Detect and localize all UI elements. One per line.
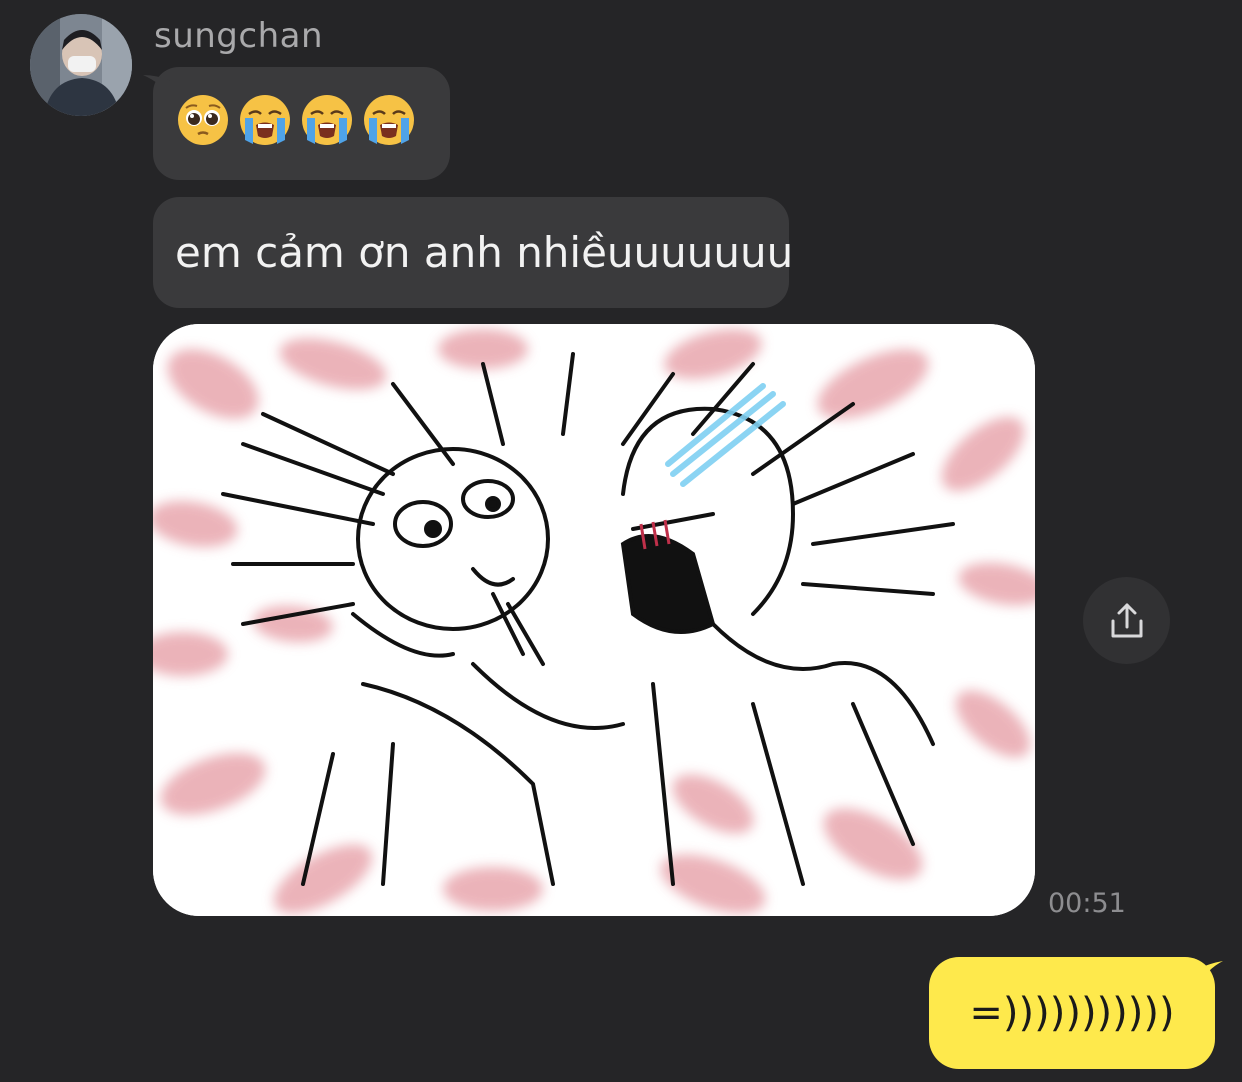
share-icon [1111,603,1142,637]
loudly-crying-face-icon [240,95,290,145]
loudly-crying-face-icon [364,95,414,145]
message-timestamp: 00:51 [1048,888,1126,919]
sender-avatar[interactable] [30,14,132,116]
text-message-bubble[interactable]: em cảm ơn anh nhiềuuuuuuu [153,197,793,308]
bubble-tail [143,75,171,97]
loudly-crying-face-icon [302,95,352,145]
image-message[interactable] [153,324,1035,916]
outgoing-message-text: =))))))))))) [969,990,1175,1036]
outgoing-message-bubble[interactable]: =))))))))))) [929,957,1223,1069]
sender-name: sungchan [154,16,324,56]
share-button[interactable] [1083,577,1170,664]
sketch-meme-image [153,324,1035,916]
bubble-tail [1197,961,1223,987]
emoji-message-bubble[interactable] [143,67,450,180]
pleading-face-icon [178,95,228,145]
